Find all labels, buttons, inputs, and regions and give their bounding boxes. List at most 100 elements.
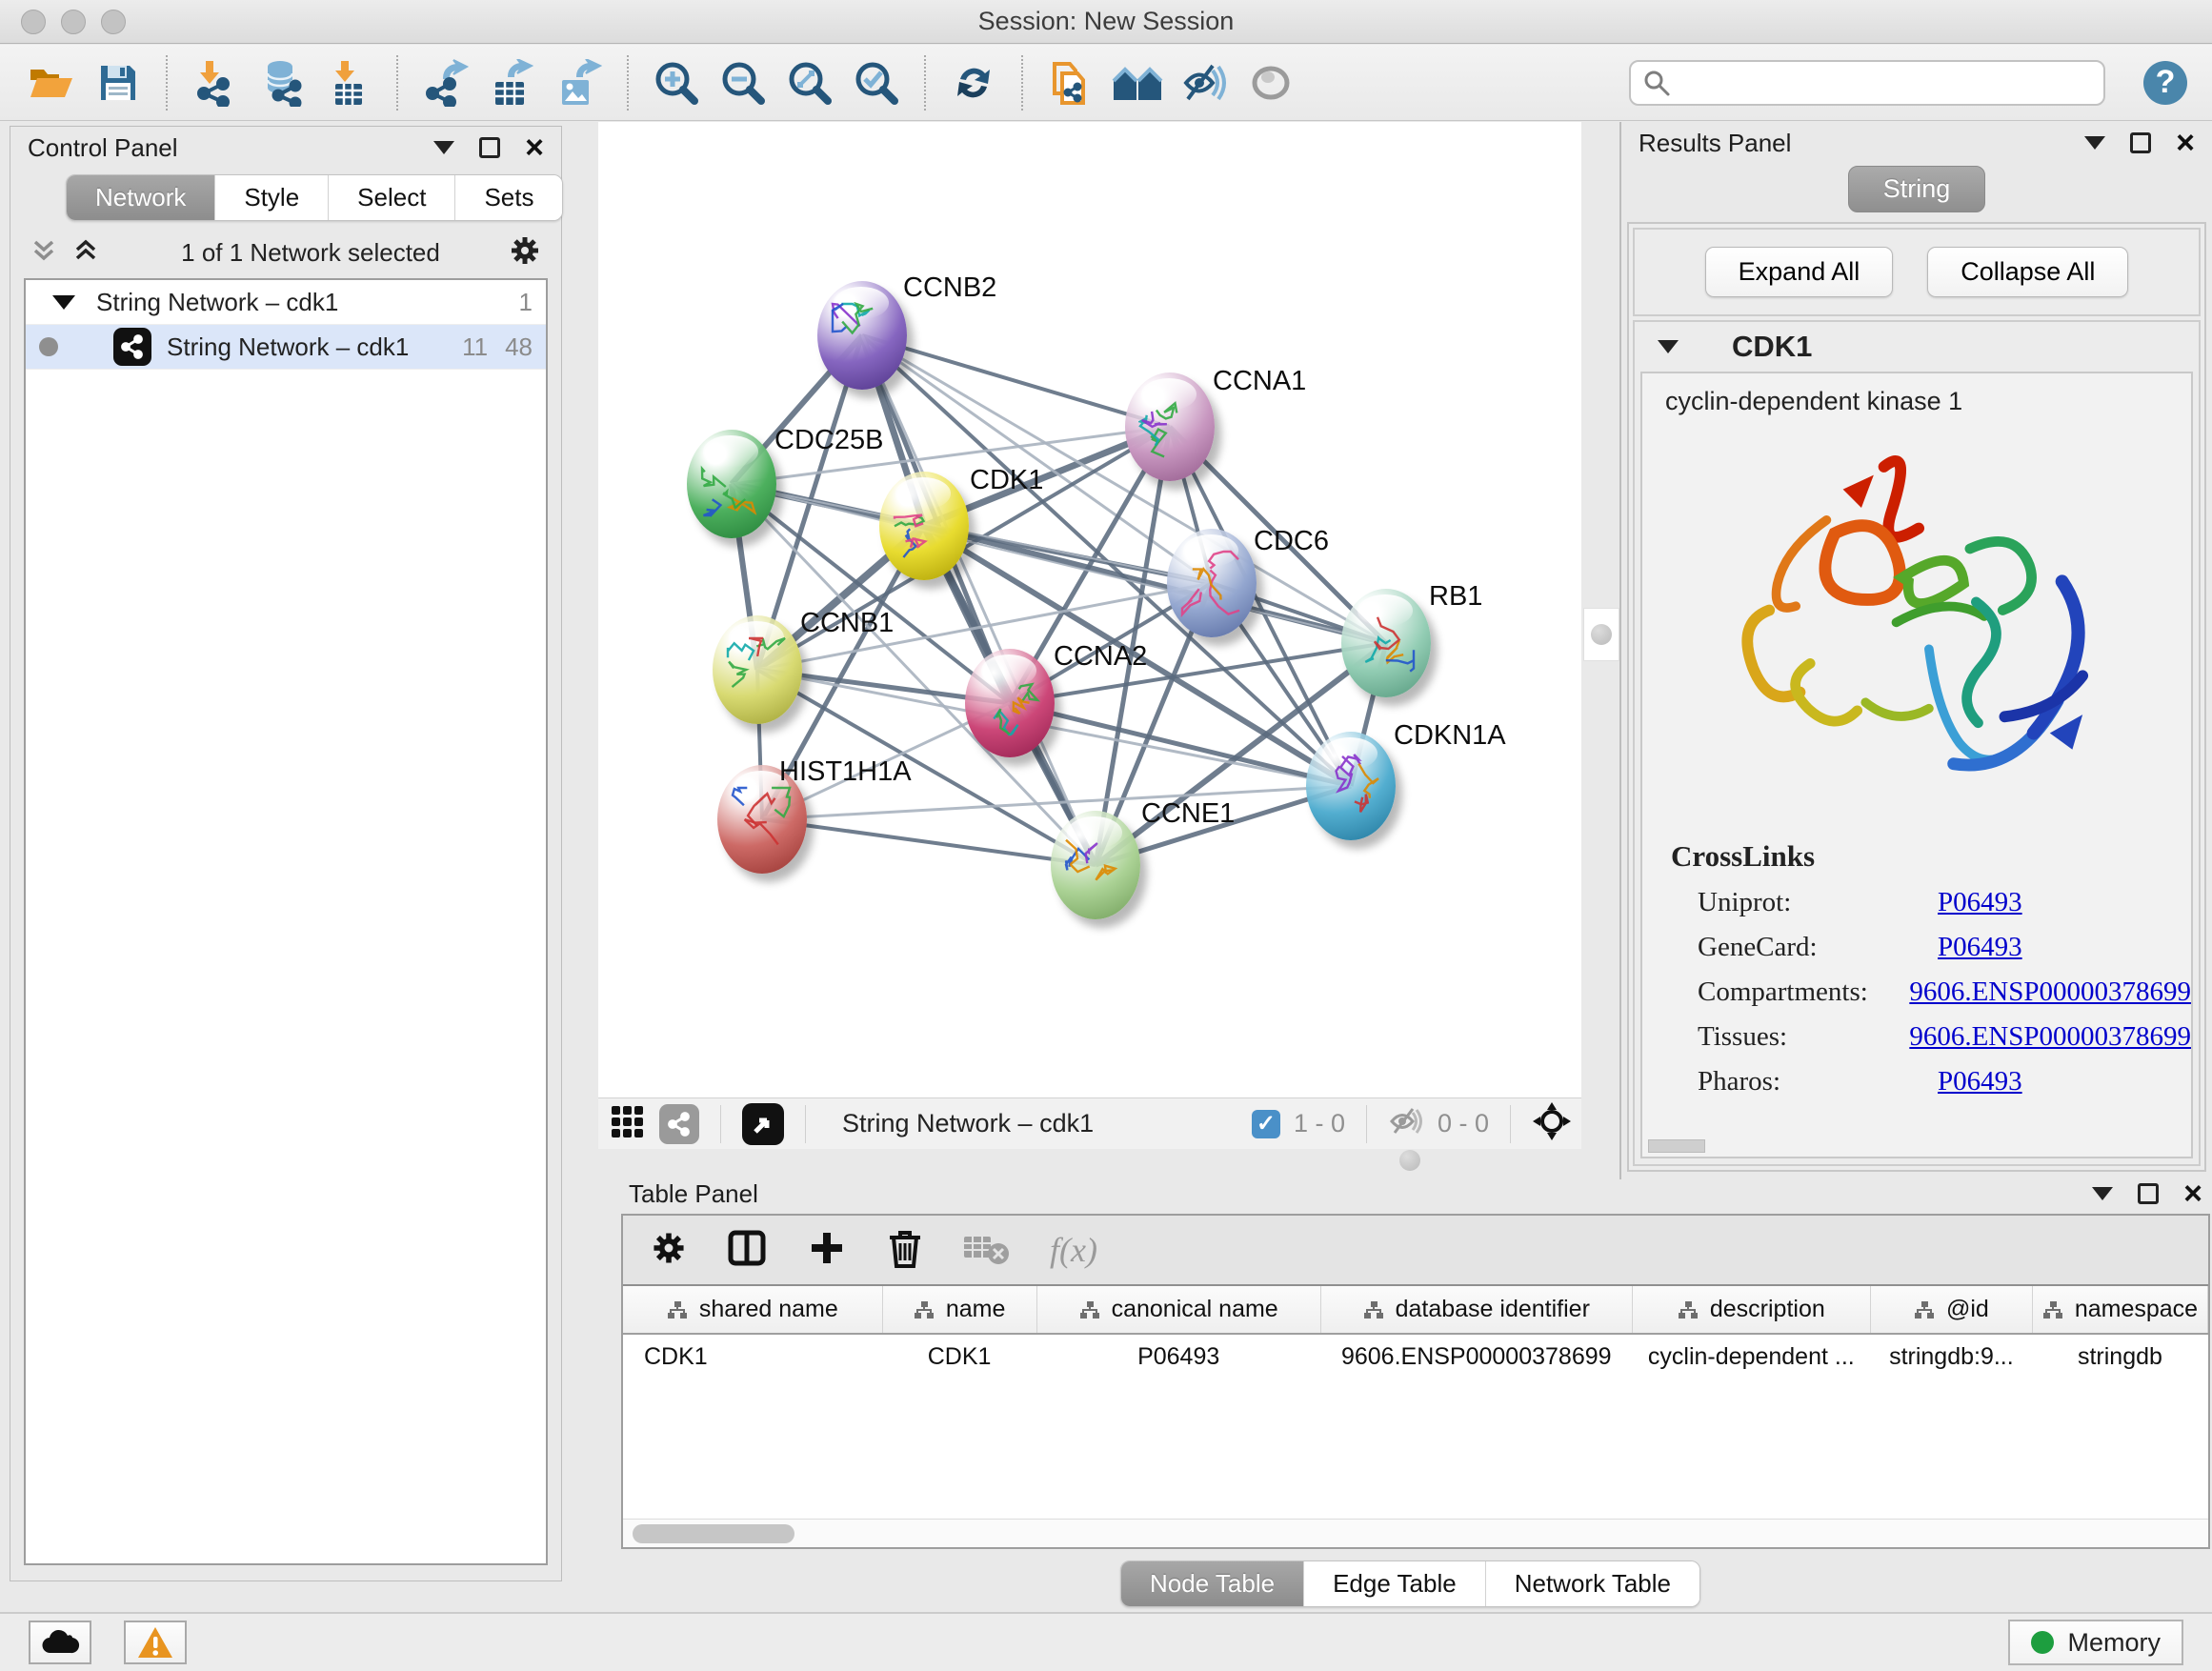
network-node-ccna1[interactable] <box>1125 372 1215 481</box>
network-canvas[interactable]: CCNB2CCNA1CDC25BCDK1CDC6RB1CCNB1CCNA2CDK… <box>598 122 1581 1097</box>
control-panel: Control Panel × Network Style Select Set… <box>10 126 562 1581</box>
table-options-gear-icon[interactable] <box>650 1229 688 1272</box>
column-header-database-identifier[interactable]: database identifier <box>1320 1286 1632 1334</box>
help-button[interactable]: ? <box>2143 61 2187 105</box>
import-table-button[interactable] <box>322 56 375 110</box>
warnings-button[interactable] <box>124 1621 187 1664</box>
crosslink-link[interactable]: 9606.ENSP00000378699 <box>1909 976 2191 1008</box>
network-node-cdkn1a[interactable] <box>1306 732 1396 840</box>
show-columns-icon[interactable] <box>726 1227 768 1274</box>
panel-close-icon[interactable]: × <box>2183 1183 2202 1204</box>
zoom-in-button[interactable] <box>650 56 703 110</box>
network-view-share-icon[interactable] <box>659 1104 699 1144</box>
center-view-icon[interactable] <box>1532 1101 1572 1146</box>
memory-button[interactable]: Memory <box>2008 1620 2183 1665</box>
network-node-ccna2[interactable] <box>965 649 1055 757</box>
zoom-out-button[interactable] <box>716 56 770 110</box>
collapse-all-icon[interactable] <box>30 236 58 270</box>
table-panel-tabs: Node Table Edge Table Network Table <box>1120 1560 1700 1607</box>
network-node-ccnb1[interactable] <box>713 615 802 724</box>
birdseye-view-icon[interactable] <box>742 1103 784 1145</box>
panel-close-icon[interactable]: × <box>2176 132 2195 153</box>
network-collection-row[interactable]: String Network – cdk1 1 <box>26 280 546 325</box>
network-node-ccne1[interactable] <box>1051 811 1140 919</box>
network-view[interactable]: CCNB2CCNA1CDC25BCDK1CDC6RB1CCNB1CCNA2CDK… <box>598 122 1581 1149</box>
table-row[interactable]: CDK1CDK1P064939606.ENSP00000378699cyclin… <box>623 1334 2208 1379</box>
panel-float-icon[interactable] <box>2130 132 2151 153</box>
expand-all-button[interactable]: Expand All <box>1705 247 1894 297</box>
export-image-button[interactable] <box>553 56 606 110</box>
results-panel: Results Panel × String Expand All Collap… <box>1619 122 2212 1179</box>
column-header-shared-name[interactable]: shared name <box>623 1286 882 1334</box>
search-box[interactable] <box>1629 60 2105 106</box>
panel-menu-icon[interactable] <box>2084 136 2105 150</box>
export-table-button[interactable] <box>486 56 539 110</box>
add-column-icon[interactable] <box>806 1227 848 1274</box>
scrollbar-thumb[interactable] <box>633 1524 794 1543</box>
node-label-ccna1: CCNA1 <box>1213 366 1306 397</box>
import-network-from-database-button[interactable] <box>255 56 309 110</box>
panel-menu-icon[interactable] <box>2092 1187 2113 1200</box>
network-label: String Network – cdk1 <box>167 332 445 362</box>
column-header--id[interactable]: @id <box>1870 1286 2032 1334</box>
network-node-rb1[interactable] <box>1341 589 1431 697</box>
main-toolbar: ? <box>0 45 2212 121</box>
network-edge <box>862 335 1170 427</box>
network-row[interactable]: String Network – cdk1 11 48 <box>26 325 546 370</box>
column-header-description[interactable]: description <box>1632 1286 1870 1334</box>
node-table[interactable]: shared namenamecanonical namedatabase id… <box>623 1284 2208 1519</box>
network-node-cdk1[interactable] <box>879 472 969 580</box>
crosslink-link[interactable]: 9606.ENSP00000378699 <box>1909 1021 2191 1053</box>
panel-close-icon[interactable]: × <box>525 137 544 158</box>
horizontal-splitter-handle[interactable] <box>1383 1149 1437 1172</box>
network-options-gear-icon[interactable] <box>508 233 542 272</box>
tab-select[interactable]: Select <box>328 175 454 220</box>
tab-network[interactable]: Network <box>67 175 214 220</box>
tab-network-table[interactable]: Network Table <box>1485 1561 1699 1606</box>
hide-selected-button[interactable] <box>1177 56 1231 110</box>
delete-column-icon[interactable] <box>886 1226 924 1275</box>
tree-expand-caret-icon[interactable] <box>52 295 75 310</box>
tab-sets[interactable]: Sets <box>454 175 562 220</box>
network-node-cdc6[interactable] <box>1167 529 1257 637</box>
tab-node-table[interactable]: Node Table <box>1121 1561 1303 1606</box>
import-network-button[interactable] <box>189 56 242 110</box>
network-node-cdc25b[interactable] <box>687 430 776 538</box>
save-session-button[interactable] <box>91 56 145 110</box>
crosslink-link[interactable]: P06493 <box>1938 887 2022 918</box>
tab-string[interactable]: String <box>1848 166 1986 212</box>
selected-items-checkbox[interactable]: ✓ <box>1252 1110 1280 1138</box>
minimize-window-button[interactable] <box>61 10 86 34</box>
panel-float-icon[interactable] <box>479 137 500 158</box>
tab-edge-table[interactable]: Edge Table <box>1303 1561 1485 1606</box>
refresh-button[interactable] <box>947 56 1000 110</box>
show-all-button[interactable] <box>1244 56 1297 110</box>
column-header-namespace[interactable]: namespace <box>2032 1286 2207 1334</box>
network-home-button[interactable] <box>1111 56 1164 110</box>
cloud-status-button[interactable] <box>29 1621 91 1664</box>
crosslink-link[interactable]: P06493 <box>1938 932 2022 963</box>
panel-menu-icon[interactable] <box>433 141 454 154</box>
table-horizontal-scrollbar[interactable] <box>623 1519 2208 1547</box>
results-scrollbar-thumb[interactable] <box>1648 1139 1705 1153</box>
column-header-name[interactable]: name <box>882 1286 1036 1334</box>
copy-annotations-button[interactable] <box>1044 56 1097 110</box>
panel-float-icon[interactable] <box>2138 1183 2159 1204</box>
tab-style[interactable]: Style <box>214 175 328 220</box>
crosslink-link[interactable]: P06493 <box>1938 1066 2022 1097</box>
collapse-all-button[interactable]: Collapse All <box>1927 247 2128 297</box>
search-input[interactable] <box>1680 68 2092 97</box>
close-window-button[interactable] <box>21 10 46 34</box>
vertical-splitter-handle[interactable] <box>1583 608 1619 661</box>
section-collapse-caret-icon[interactable] <box>1658 340 1679 353</box>
column-header-canonical-name[interactable]: canonical name <box>1036 1286 1320 1334</box>
maximize-window-button[interactable] <box>101 10 126 34</box>
network-node-ccnb2[interactable] <box>817 281 907 390</box>
export-network-button[interactable] <box>419 56 473 110</box>
eye-slash-icon <box>1180 61 1228 105</box>
zoom-fit-button[interactable] <box>783 56 836 110</box>
grid-view-icon[interactable] <box>608 1102 646 1145</box>
zoom-selected-button[interactable] <box>850 56 903 110</box>
open-session-button[interactable] <box>25 56 78 110</box>
expand-all-icon[interactable] <box>71 236 100 270</box>
